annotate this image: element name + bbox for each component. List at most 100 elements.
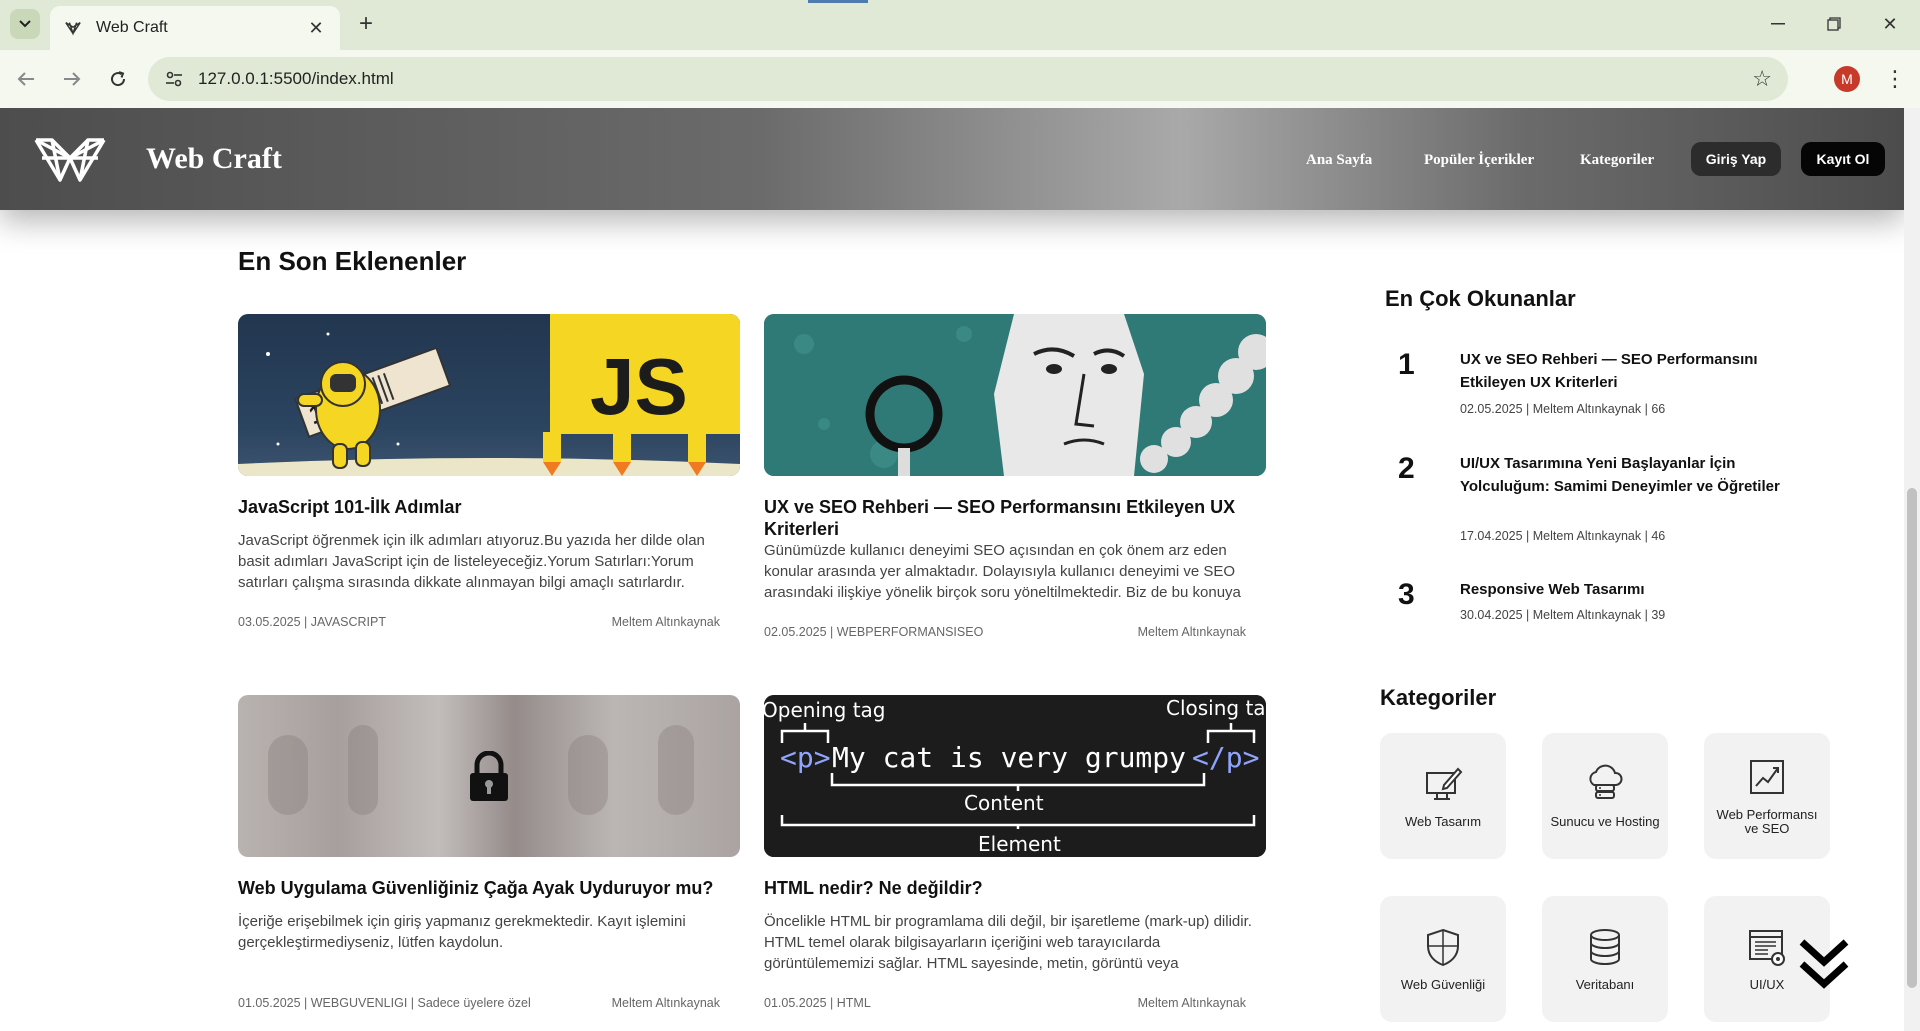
post-card[interactable]: Opening tag Closing tag <p> My cat is ve… [764,695,1266,1010]
javascript-astronaut-illustration: JS 10 [238,314,740,476]
close-tag-code: </p> [1192,741,1259,774]
category-web-design[interactable]: Web Tasarım [1380,733,1506,859]
post-author: Meltem Altınkaynak [611,615,720,629]
window-restore-icon[interactable] [1816,10,1852,38]
post-card[interactable]: Web Uygulama Güvenliğiniz Çağa Ayak Uydu… [238,695,740,1010]
most-read-item-title[interactable]: UX ve SEO Rehberi — SEO Performansını Et… [1460,348,1780,394]
category-label: Web Performansı ve SEO [1716,807,1818,836]
post-meta: 01.05.2025 | HTML Meltem Altınkaynak [764,996,1266,1010]
post-image-ux-seo[interactable] [764,314,1266,476]
register-button[interactable]: Kayıt Ol [1801,142,1885,176]
post-card[interactable]: UX ve SEO Rehberi — SEO Performansını Et… [764,314,1266,639]
category-label: Veritabanı [1575,977,1635,992]
html-element-diagram: Opening tag Closing tag <p> My cat is ve… [764,695,1266,857]
nav-popular-link[interactable]: Popüler İçerikler [1424,152,1534,169]
post-card[interactable]: JS 10 JavaScript 101-İlk Adımlar JavaScr… [238,314,740,629]
content-code: My cat is very grumpy [832,741,1186,774]
tab-strip: Web Craft ✕ + ✕ [0,0,1920,50]
closing-tag-label: Closing tag [1166,696,1266,720]
web-craft-favicon-icon [65,21,81,36]
forward-arrow-icon[interactable] [56,63,88,95]
post-date-category: 02.05.2025 | WEBPERFORMANSISEO [764,625,984,639]
most-read-item-meta: 30.04.2025 | Meltem Altınkaynak | 39 [1460,608,1666,622]
window-close-icon[interactable]: ✕ [1872,10,1908,38]
categories-title: Kategoriler [1380,685,1497,710]
post-date-category: 01.05.2025 | WEBGUVENLIGI | Sadece üyele… [238,996,531,1010]
rank-number: 3 [1398,578,1415,611]
category-performance-seo[interactable]: Web Performansı ve SEO [1704,733,1830,859]
category-hosting[interactable]: Sunucu ve Hosting [1542,733,1668,859]
category-security[interactable]: Web Güvenliği [1380,896,1506,1022]
tab-close-icon[interactable]: ✕ [306,18,326,39]
post-author: Meltem Altınkaynak [1137,625,1246,639]
post-title[interactable]: Web Uygulama Güvenliğiniz Çağa Ayak Uydu… [238,877,740,899]
post-image-html[interactable]: Opening tag Closing tag <p> My cat is ve… [764,695,1266,857]
address-bar[interactable]: 127.0.0.1:5500/index.html ☆ [148,57,1788,101]
post-excerpt: İçeriğe erişebilmek için giriş yapmanız … [238,913,686,951]
url-text: 127.0.0.1:5500/index.html [198,69,394,88]
ux-seo-illustration [764,314,1266,476]
post-author: Meltem Altınkaynak [1137,996,1246,1010]
brand-name[interactable]: Web Craft [146,142,282,176]
ui-window-icon [1749,930,1785,966]
post-image-locked[interactable] [238,695,740,857]
scrollbar-thumb[interactable] [1907,488,1917,988]
login-button[interactable]: Giriş Yap [1691,142,1781,176]
post-title[interactable]: HTML nedir? Ne değildir? [764,877,1266,899]
post-excerpt: Günümüzde kullanıcı deneyimi SEO açısınd… [764,542,1241,601]
web-craft-logo-icon[interactable] [32,134,108,184]
tab-active[interactable]: Web Craft ✕ [50,6,340,50]
browser-chrome: Web Craft ✕ + ✕ 127.0.0.1:5500/index.htm… [0,0,1920,108]
most-read-item[interactable]: 3 Responsive Web Tasarımı 30.04.2025 | M… [1398,578,1778,638]
post-excerpt: Öncelikle HTML bir programlama dili deği… [764,913,1252,972]
tab-title: Web Craft [96,19,168,36]
page-scrollbar[interactable] [1904,108,1920,1031]
post-image-javascript[interactable]: JS 10 [238,314,740,476]
tab-indicator [808,0,868,3]
open-tag-code: <p> [780,741,831,774]
post-title[interactable]: UX ve SEO Rehberi — SEO Performansını Et… [764,496,1266,540]
most-read-item-title[interactable]: Responsive Web Tasarımı [1460,578,1780,601]
profile-avatar[interactable]: M [1834,66,1860,92]
window-minimize-icon[interactable] [1760,10,1796,38]
post-title[interactable]: JavaScript 101-İlk Adımlar [238,496,740,518]
site-header: Web Craft Ana Sayfa Popüler İçerikler Ka… [0,108,1904,210]
most-read-item[interactable]: 2 UI/UX Tasarımına Yeni Başlayanlar İçin… [1398,452,1780,552]
rank-number: 1 [1398,348,1415,381]
post-meta: 02.05.2025 | WEBPERFORMANSISEO Meltem Al… [764,625,1266,639]
most-read-item-meta: 17.04.2025 | Meltem Altınkaynak | 46 [1460,529,1666,543]
most-read-item-meta: 02.05.2025 | Meltem Altınkaynak | 66 [1460,402,1666,416]
bookmark-star-icon[interactable]: ☆ [1752,66,1772,92]
content-label: Content [964,791,1044,815]
category-database[interactable]: Veritabanı [1542,896,1668,1022]
nav-home-link[interactable]: Ana Sayfa [1306,152,1372,169]
post-excerpt: JavaScript öğrenmek için ilk adımları at… [238,532,705,591]
chart-line-icon [1750,760,1784,794]
back-arrow-icon[interactable] [10,63,42,95]
site-info-icon[interactable] [164,69,184,89]
js-badge-text: JS [590,342,688,431]
category-label: UI/UX [1749,977,1785,992]
most-read-item-title[interactable]: UI/UX Tasarımına Yeni Başlayanlar İçin Y… [1460,452,1780,498]
database-icon [1590,929,1620,966]
category-label: Web Güvenliği [1400,977,1486,992]
new-tab-plus-icon[interactable]: + [352,10,380,38]
shield-icon [1427,928,1459,967]
design-edit-icon [1426,767,1463,800]
scroll-down-chevron-icon[interactable] [1798,936,1850,996]
post-date-category: 01.05.2025 | HTML [764,996,871,1010]
browser-menu-icon[interactable]: ⋮ [1880,64,1910,94]
cloud-server-icon [1589,764,1623,799]
page-viewport: Web Craft Ana Sayfa Popüler İçerikler Ka… [0,108,1904,1031]
tab-search-chevron-icon[interactable] [10,9,40,39]
category-label: Sunucu ve Hosting [1550,814,1660,829]
rank-number: 2 [1398,452,1415,485]
post-meta: 01.05.2025 | WEBGUVENLIGI | Sadece üyele… [238,996,740,1010]
most-read-item[interactable]: 1 UX ve SEO Rehberi — SEO Performansını … [1398,348,1778,428]
reload-icon[interactable] [102,63,134,95]
post-author: Meltem Altınkaynak [611,996,720,1010]
browser-toolbar: 127.0.0.1:5500/index.html ☆ M ⋮ [0,50,1920,108]
nav-categories-link[interactable]: Kategoriler [1580,152,1654,169]
latest-section-title: En Son Eklenenler [238,246,467,276]
opening-tag-label: Opening tag [764,698,886,722]
